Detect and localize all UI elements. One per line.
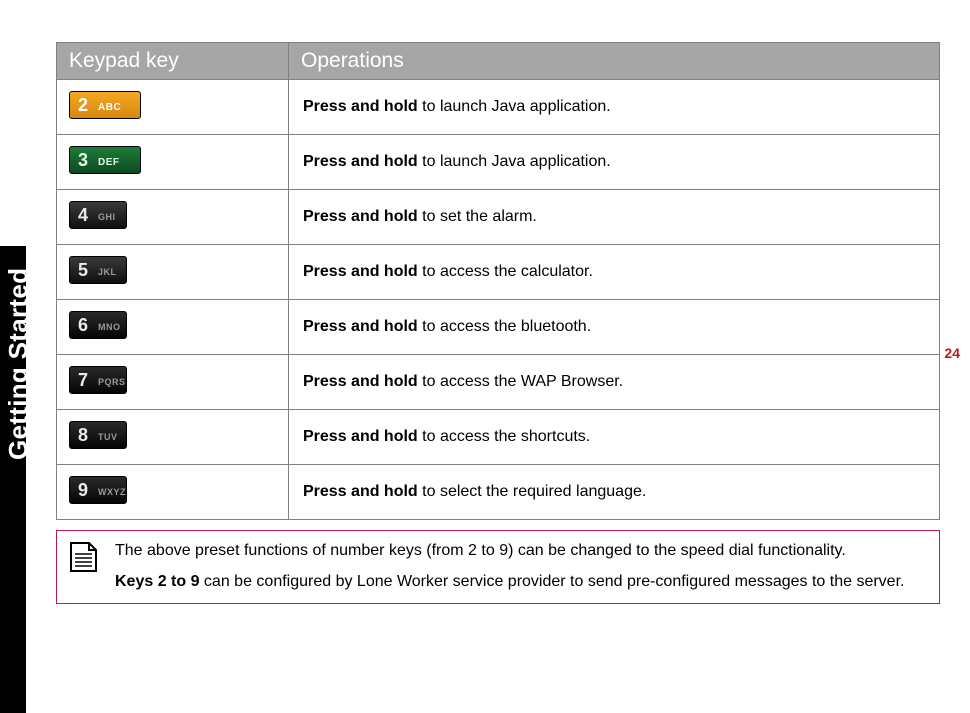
operation-prefix: Press and hold <box>303 373 418 390</box>
operation-rest: to access the bluetooth. <box>418 318 591 335</box>
operation-cell: Press and hold to access the WAP Browser… <box>289 355 940 410</box>
keypad-key-cell: 3 DEF <box>57 135 289 190</box>
note-box: The above preset functions of number key… <box>56 530 940 604</box>
operation-prefix: Press and hold <box>303 98 418 115</box>
key-number: 3 <box>78 150 88 171</box>
table-row: 9 WXYZ Press and hold to select the requir… <box>57 465 940 520</box>
keypad-key-icon: 6 MNO <box>69 311 127 339</box>
keypad-key-icon: 2 ABC <box>69 91 141 119</box>
table-row: 7 PQRS Press and hold to access the WAP Br… <box>57 355 940 410</box>
keypad-key-icon: 3 DEF <box>69 146 141 174</box>
key-letters: MNO <box>98 322 121 332</box>
operation-rest: to launch Java application. <box>418 153 611 170</box>
operation-rest: to launch Java application. <box>418 98 611 115</box>
key-number: 8 <box>78 425 88 446</box>
key-number: 7 <box>78 370 88 391</box>
table-row: 2 ABC Press and hold to launch Java applic… <box>57 80 940 135</box>
key-number: 4 <box>78 205 88 226</box>
table-row: 8 TUV Press and hold to access the shortcu… <box>57 410 940 465</box>
operation-cell: Press and hold to access the shortcuts. <box>289 410 940 465</box>
note-line-2-bold: Keys 2 to 9 <box>115 573 199 590</box>
keypad-key-icon: 4 GHI <box>69 201 127 229</box>
keypad-key-icon: 8 TUV <box>69 421 127 449</box>
note-line-2: Keys 2 to 9 can be configured by Lone Wo… <box>115 572 927 593</box>
operation-rest: to access the calculator. <box>418 263 593 280</box>
operation-prefix: Press and hold <box>303 428 418 445</box>
key-letters: GHI <box>98 212 116 222</box>
keypad-key-icon: 7 PQRS <box>69 366 127 394</box>
operation-rest: to set the alarm. <box>418 208 537 225</box>
key-letters: JKL <box>98 267 117 277</box>
table-row: 5 JKL Press and hold to access the calcula… <box>57 245 940 300</box>
table-row: 6 MNO Press and hold to access the bluetoo… <box>57 300 940 355</box>
key-number: 2 <box>78 95 88 116</box>
keypad-table: Keypad key Operations 2 ABC Press and hold… <box>56 42 940 520</box>
note-icon-cell <box>57 531 111 603</box>
key-letters: WXYZ <box>98 487 126 497</box>
operation-cell: Press and hold to launch Java applicatio… <box>289 80 940 135</box>
operation-rest: to access the shortcuts. <box>418 428 591 445</box>
operation-prefix: Press and hold <box>303 318 418 335</box>
keypad-key-icon: 5 JKL <box>69 256 127 284</box>
keypad-key-cell: 6 MNO <box>57 300 289 355</box>
table-row: 4 GHI Press and hold to set the alarm. <box>57 190 940 245</box>
keypad-key-cell: 5 JKL <box>57 245 289 300</box>
key-number: 6 <box>78 315 88 336</box>
operation-prefix: Press and hold <box>303 208 418 225</box>
key-letters: PQRS <box>98 377 126 387</box>
key-number: 9 <box>78 480 88 501</box>
operation-prefix: Press and hold <box>303 483 418 500</box>
header-operations: Operations <box>289 43 940 80</box>
operation-prefix: Press and hold <box>303 263 418 280</box>
key-letters: TUV <box>98 432 118 442</box>
keypad-key-cell: 8 TUV <box>57 410 289 465</box>
operation-cell: Press and hold to access the bluetooth. <box>289 300 940 355</box>
operation-cell: Press and hold to set the alarm. <box>289 190 940 245</box>
note-line-1: The above preset functions of number key… <box>115 541 927 562</box>
table-row: 3 DEF Press and hold to launch Java applic… <box>57 135 940 190</box>
operation-rest: to select the required language. <box>418 483 647 500</box>
keypad-key-cell: 2 ABC <box>57 80 289 135</box>
operation-cell: Press and hold to launch Java applicatio… <box>289 135 940 190</box>
note-document-icon <box>67 541 101 573</box>
key-letters: DEF <box>98 157 120 168</box>
table-header-row: Keypad key Operations <box>57 43 940 80</box>
keypad-key-cell: 9 WXYZ <box>57 465 289 520</box>
note-line-2-rest: can be configured by Lone Worker service… <box>199 573 904 590</box>
keypad-key-cell: 7 PQRS <box>57 355 289 410</box>
key-letters: ABC <box>98 102 121 113</box>
operation-prefix: Press and hold <box>303 153 418 170</box>
keypad-key-cell: 4 GHI <box>57 190 289 245</box>
key-number: 5 <box>78 260 88 281</box>
page: Getting Started 24 Keypad key Operations… <box>0 0 970 713</box>
operation-cell: Press and hold to access the calculator. <box>289 245 940 300</box>
header-keypad-key: Keypad key <box>57 43 289 80</box>
operation-cell: Press and hold to select the required la… <box>289 465 940 520</box>
page-number: 24 <box>944 345 960 361</box>
keypad-key-icon: 9 WXYZ <box>69 476 127 504</box>
note-text: The above preset functions of number key… <box>111 531 939 603</box>
sidebar-section-label: Getting Started <box>3 268 34 460</box>
operation-rest: to access the WAP Browser. <box>418 373 623 390</box>
content-area: Keypad key Operations 2 ABC Press and hold… <box>56 42 940 604</box>
